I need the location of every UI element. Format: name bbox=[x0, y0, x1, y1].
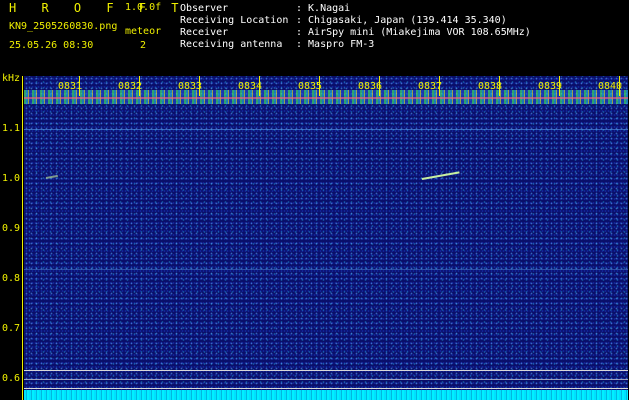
freq-tick-label: 1.0 bbox=[2, 173, 21, 184]
interference-line-1 bbox=[24, 129, 628, 130]
time-tick-label: 0834 bbox=[238, 81, 263, 92]
power-spectrum-bar bbox=[24, 390, 628, 400]
location-value: : Chigasaki, Japan (139.414 35.340) bbox=[296, 15, 507, 26]
observer-value: : K.Nagai bbox=[296, 3, 351, 14]
freq-tick-label: 1.1 bbox=[2, 123, 21, 134]
marker-line-1 bbox=[24, 370, 628, 371]
marker-line-3 bbox=[24, 388, 628, 389]
time-tick-label: 0836 bbox=[358, 81, 383, 92]
location-label: Receiving Location bbox=[180, 15, 289, 26]
time-tick-label: 0835 bbox=[298, 81, 323, 92]
meteor-label: meteor bbox=[125, 26, 162, 37]
carrier-line bbox=[24, 97, 628, 99]
time-tick-label: 0838 bbox=[478, 81, 503, 92]
time-tick-label: 0832 bbox=[118, 81, 143, 92]
receiver-label: Receiver bbox=[180, 27, 229, 38]
marker-line-2 bbox=[24, 379, 628, 380]
header-panel: H R O F F T 1.0.0f KN9_2505260830.png me… bbox=[0, 0, 629, 76]
time-tick-label: 0839 bbox=[538, 81, 563, 92]
datetime-label: 25.05.26 08:30 bbox=[9, 40, 94, 51]
meteor-count: 2 bbox=[140, 40, 147, 51]
time-tick-label: 0831 bbox=[58, 81, 83, 92]
spectrogram-noise bbox=[24, 76, 628, 394]
freq-tick-label: 0.7 bbox=[2, 323, 21, 334]
version-label: 1.0.0f bbox=[125, 2, 162, 13]
filename-label: KN9_2505260830.png bbox=[9, 21, 118, 32]
spectrogram-plot bbox=[24, 76, 628, 394]
observer-label: Observer bbox=[180, 3, 229, 14]
receiver-value: : AirSpy mini (Miakejima VOR 108.65MHz) bbox=[296, 27, 531, 38]
freq-tick-label: 0.9 bbox=[2, 223, 21, 234]
freq-tick-label: 0.8 bbox=[2, 273, 21, 284]
y-axis bbox=[22, 76, 23, 400]
time-tick-label: 0837 bbox=[418, 81, 443, 92]
time-tick-label: 0833 bbox=[178, 81, 203, 92]
interference-line-2 bbox=[24, 269, 628, 270]
time-tick-label: 0840 bbox=[598, 81, 623, 92]
antenna-value: : Maspro FM-3 bbox=[296, 39, 375, 50]
freq-tick-label: 0.6 bbox=[2, 373, 21, 384]
y-axis-unit: kHz bbox=[2, 73, 21, 84]
antenna-label: Receiving antenna bbox=[180, 39, 283, 50]
